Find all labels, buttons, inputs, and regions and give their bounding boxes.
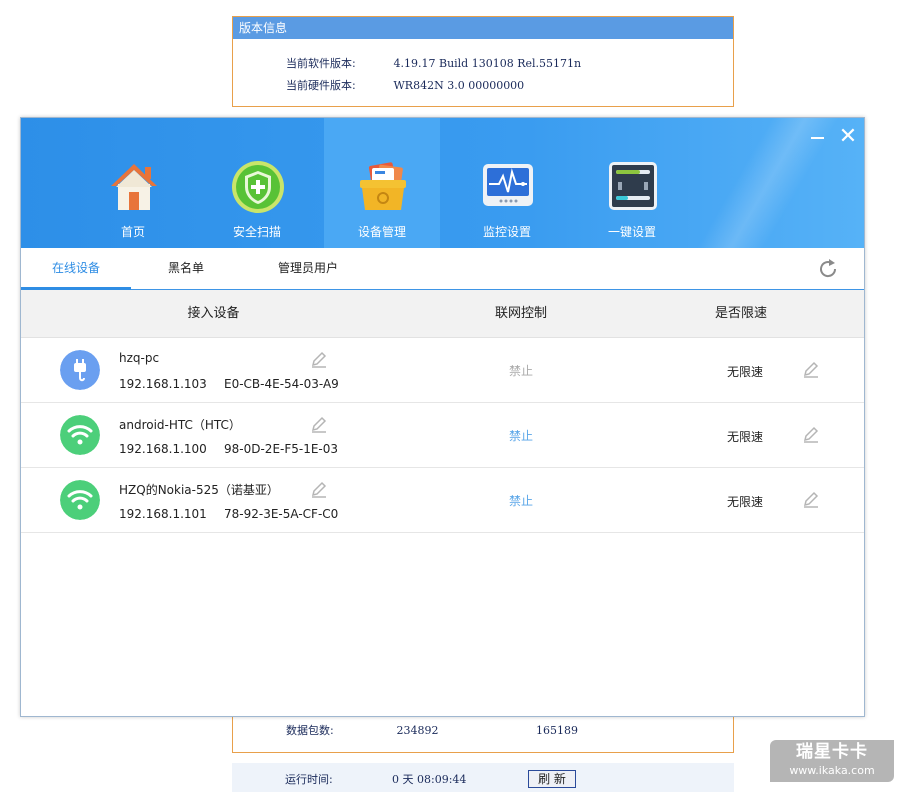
hardware-version-value: WR842N 3.0 00000000 [393,79,525,92]
uptime-row: 运行时间: 0 天 08:09:44 刷 新 [285,770,576,788]
minimize-button[interactable] [807,126,829,148]
nav-security-scan[interactable]: 安全扫描 [199,118,315,248]
settings-panel-icon [609,162,657,210]
software-version-row: 当前软件版本: 4.19.17 Build 130108 Rel.55171n [286,55,581,71]
sub-tab-bar: 在线设备 黑名单 管理员用户 [21,248,864,290]
nav-device-management[interactable]: 设备管理 [324,118,440,248]
device-ip: 192.168.1.100 [119,442,207,456]
software-version-label: 当前软件版本: [286,57,356,70]
reload-icon[interactable] [817,258,839,280]
version-info-title: 版本信息 [233,17,733,39]
edit-name-icon[interactable] [310,480,328,498]
uptime-value: 0 天 08:09:44 [392,773,467,786]
monitor-icon [483,164,533,206]
minimize-icon [811,137,824,139]
device-mac: 78-92-3E-5A-CF-C0 [224,507,339,521]
home-icon [111,164,157,210]
packet-label: 数据包数: [286,724,334,737]
app-header: ✕ 首页 安全扫描 设备管理 监控设置 一键设置 [21,118,864,248]
device-ip: 192.168.1.101 [119,507,207,521]
wifi-icon [60,415,100,455]
device-name: HZQ的Nokia-525（诺基亚） [119,483,279,497]
header-connected-device: 接入设备 [187,306,240,321]
uptime-label: 运行时间: [285,773,333,786]
hardware-version-label: 当前硬件版本: [286,79,356,92]
cable-plug-icon [60,350,100,390]
device-mac: 98-0D-2E-F5-1E-03 [224,442,339,456]
tab-blacklist[interactable]: 黑名单 [141,248,231,290]
speed-limit-value: 无限速 [726,365,763,379]
wifi-icon [60,480,100,520]
packets-received-value: 165189 [536,724,578,737]
block-button[interactable]: 禁止 [491,427,551,444]
device-manager-window: ✕ 首页 安全扫描 设备管理 监控设置 一键设置 在线设备 黑名单 管理员用户 … [20,117,865,717]
refresh-button[interactable]: 刷 新 [528,770,576,788]
watermark: 瑞星卡卡 www.ikaka.com [770,740,894,782]
edit-speed-icon[interactable] [802,360,820,378]
nav-one-click-setup-label: 一键设置 [607,225,656,239]
tab-online-devices[interactable]: 在线设备 [21,248,131,290]
block-button[interactable]: 禁止 [491,492,551,509]
nav-monitor-settings-label: 监控设置 [482,225,531,239]
device-row: android-HTC（HTC） 192.168.1.100 98-0D-2E-… [21,403,864,468]
device-mac: E0-CB-4E-54-03-A9 [224,377,339,391]
device-box-icon [360,162,406,210]
shield-icon [232,161,284,213]
header-network-control: 联网控制 [494,306,547,321]
packet-row: 数据包数: 234892 165189 [286,722,578,738]
edit-speed-icon[interactable] [802,490,820,508]
device-table-header: 接入设备 联网控制 是否限速 [21,290,864,338]
edit-speed-icon[interactable] [802,425,820,443]
watermark-brand: 瑞星卡卡 [796,742,868,762]
nav-monitor-settings[interactable]: 监控设置 [449,118,565,248]
block-button[interactable]: 禁止 [491,362,551,379]
uptime-panel: 运行时间: 0 天 08:09:44 刷 新 [232,763,734,792]
header-speed-limit: 是否限速 [714,306,767,321]
device-name: android-HTC（HTC） [119,418,241,432]
software-version-value: 4.19.17 Build 130108 Rel.55171n [393,57,582,70]
speed-limit-value: 无限速 [726,430,763,444]
device-name: hzq-pc [119,351,160,365]
nav-device-management-label: 设备管理 [357,225,406,239]
tab-admin-users[interactable]: 管理员用户 [253,248,363,290]
edit-name-icon[interactable] [310,350,328,368]
device-ip: 192.168.1.103 [119,377,207,391]
watermark-url: www.ikaka.com [789,764,875,777]
edit-name-icon[interactable] [310,415,328,433]
nav-one-click-setup[interactable]: 一键设置 [574,118,690,248]
nav-home-label: 首页 [120,225,145,239]
device-row: hzq-pc 192.168.1.103 E0-CB-4E-54-03-A9 禁… [21,338,864,403]
nav-security-scan-label: 安全扫描 [232,225,281,239]
version-info-panel: 版本信息 当前软件版本: 4.19.17 Build 130108 Rel.55… [232,16,734,107]
device-row: HZQ的Nokia-525（诺基亚） 192.168.1.101 78-92-3… [21,468,864,533]
speed-limit-value: 无限速 [726,495,763,509]
packets-sent-value: 234892 [396,724,439,737]
hardware-version-row: 当前硬件版本: WR842N 3.0 00000000 [286,77,524,93]
close-button[interactable]: ✕ [837,126,859,148]
nav-home[interactable]: 首页 [75,118,191,248]
